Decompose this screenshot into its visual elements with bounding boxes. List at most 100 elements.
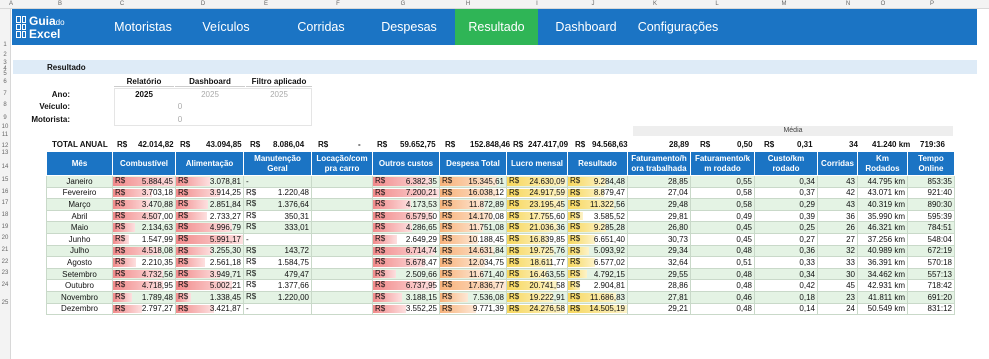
- column-header[interactable]: A: [9, 0, 13, 9]
- row-header[interactable]: 22: [0, 258, 10, 266]
- row-header[interactable]: 2: [0, 51, 10, 59]
- locacao-cell[interactable]: [311, 175, 373, 188]
- column-header[interactable]: H: [466, 0, 470, 9]
- km-rodados-cell[interactable]: 40.989 km: [857, 244, 908, 258]
- faturamento-hora-cell[interactable]: 28,85: [627, 175, 691, 188]
- km-rodados-cell[interactable]: 36.391 km: [857, 256, 908, 269]
- lucro-mensal-cell[interactable]: R$ 24.917,59: [506, 186, 568, 200]
- alimentacao-cell[interactable]: R$ 3.914,25: [175, 186, 244, 200]
- manutencao-cell[interactable]: R$ 143,72: [243, 244, 312, 258]
- manutencao-cell[interactable]: -: [243, 175, 312, 188]
- despesa-total-cell[interactable]: R$ 14.631,84: [439, 244, 507, 258]
- row-header[interactable]: 14: [0, 163, 10, 171]
- column-header[interactable]: I: [536, 0, 538, 9]
- ano-input[interactable]: 2025: [114, 90, 174, 99]
- resultado-cell[interactable]: R$ 9.285,28: [567, 221, 628, 234]
- corridas-cell[interactable]: 43: [817, 198, 858, 211]
- combustivel-cell[interactable]: R$ 2.134,63: [112, 221, 176, 234]
- lucro-mensal-cell[interactable]: R$ 16.463,55: [506, 267, 568, 281]
- km-rodados-cell[interactable]: 44.795 km: [857, 175, 908, 188]
- combustivel-cell[interactable]: R$ 4.518,08: [112, 244, 176, 258]
- faturamento-km-cell[interactable]: 0,58: [690, 186, 755, 200]
- column-header[interactable]: B: [58, 0, 62, 9]
- faturamento-km-cell[interactable]: 0,48: [690, 279, 755, 292]
- tempo-online-cell[interactable]: 831:12: [907, 302, 955, 316]
- month-cell[interactable]: Agosto: [46, 256, 113, 269]
- combustivel-cell[interactable]: R$ 1.789,48: [112, 290, 176, 304]
- lucro-mensal-cell[interactable]: R$ 18.611,77: [506, 256, 568, 269]
- column-header[interactable]: L: [715, 0, 718, 9]
- tempo-online-cell[interactable]: 570:18: [907, 256, 955, 269]
- resultado-cell[interactable]: R$ 8.879,47: [567, 186, 628, 200]
- custo-km-cell[interactable]: 0,34: [754, 267, 818, 281]
- month-cell[interactable]: Setembro: [46, 267, 113, 281]
- row-header[interactable]: 5: [0, 70, 10, 78]
- lucro-mensal-cell[interactable]: R$ 20.741,58: [506, 279, 568, 292]
- faturamento-km-cell[interactable]: 0,46: [690, 290, 755, 304]
- alimentacao-cell[interactable]: R$ 2.561,18: [175, 256, 244, 269]
- despesa-total-cell[interactable]: R$ 10.188,45: [439, 232, 507, 246]
- locacao-cell[interactable]: [311, 290, 373, 304]
- resultado-cell[interactable]: R$ 4.792,15: [567, 267, 628, 281]
- alimentacao-cell[interactable]: R$ 5.002,21: [175, 279, 244, 292]
- month-cell[interactable]: Junho: [46, 232, 113, 246]
- corridas-cell[interactable]: 33: [817, 256, 858, 269]
- faturamento-hora-cell[interactable]: 29,55: [627, 267, 691, 281]
- alimentacao-cell[interactable]: R$ 3.949,71: [175, 267, 244, 281]
- row-header[interactable]: 16: [0, 188, 10, 196]
- locacao-cell[interactable]: [311, 186, 373, 200]
- locacao-cell[interactable]: [311, 256, 373, 269]
- tempo-online-cell[interactable]: 691:20: [907, 290, 955, 304]
- faturamento-km-cell[interactable]: 0,58: [690, 198, 755, 211]
- despesa-total-cell[interactable]: R$ 14.170,08: [439, 209, 507, 223]
- lucro-mensal-cell[interactable]: R$ 24.276,58: [506, 302, 568, 316]
- tab-resultado[interactable]: Resultado: [455, 9, 538, 45]
- column-header-cell[interactable]: Manutenção Geral: [243, 151, 312, 176]
- row-header[interactable]: 15: [0, 176, 10, 184]
- outros-custos-cell[interactable]: R$ 6.579,50: [372, 209, 440, 223]
- faturamento-km-cell[interactable]: 0,48: [690, 244, 755, 258]
- locacao-cell[interactable]: [311, 302, 373, 316]
- column-header-cell[interactable]: Custo/km rodado: [754, 151, 818, 176]
- column-header-cell[interactable]: Corridas: [817, 151, 858, 176]
- row-header[interactable]: 11: [0, 131, 10, 139]
- column-header-cell[interactable]: Combustível: [112, 151, 176, 176]
- tempo-online-cell[interactable]: 548:04: [907, 232, 955, 246]
- km-rodados-cell[interactable]: 43.071 km: [857, 186, 908, 200]
- resultado-cell[interactable]: R$ 3.585,52: [567, 209, 628, 223]
- outros-custos-cell[interactable]: R$ 6.382,35: [372, 175, 440, 188]
- custo-km-cell[interactable]: 0,34: [754, 175, 818, 188]
- despesa-total-cell[interactable]: R$ 7.536,08: [439, 290, 507, 304]
- column-header[interactable]: D: [201, 0, 205, 9]
- column-header-cell[interactable]: Mês: [46, 151, 113, 176]
- row-header[interactable]: 7: [0, 90, 10, 98]
- tab-corridas[interactable]: Corridas: [280, 9, 362, 45]
- corridas-cell[interactable]: 36: [817, 209, 858, 223]
- km-rodados-cell[interactable]: 42.931 km: [857, 279, 908, 292]
- column-header[interactable]: J: [592, 0, 595, 9]
- column-header-cell[interactable]: Despesa Total: [439, 151, 507, 176]
- manutencao-cell[interactable]: R$ 1.584,75: [243, 256, 312, 269]
- alimentacao-cell[interactable]: R$ 2.851,84: [175, 198, 244, 211]
- alimentacao-cell[interactable]: R$ 3.421,87: [175, 302, 244, 316]
- locacao-cell[interactable]: [311, 198, 373, 211]
- faturamento-hora-cell[interactable]: 30,73: [627, 232, 691, 246]
- faturamento-hora-cell[interactable]: 26,80: [627, 221, 691, 234]
- column-header[interactable]: N: [846, 0, 850, 9]
- locacao-cell[interactable]: [311, 209, 373, 223]
- lucro-mensal-cell[interactable]: R$ 21.036,36: [506, 221, 568, 234]
- column-header[interactable]: E: [264, 0, 268, 9]
- km-rodados-cell[interactable]: 37.256 km: [857, 232, 908, 246]
- row-header[interactable]: 25: [0, 299, 10, 307]
- combustivel-cell[interactable]: R$ 3.703,18: [112, 186, 176, 200]
- column-header-cell[interactable]: Outros custos: [372, 151, 440, 176]
- despesa-total-cell[interactable]: R$ 12.034,75: [439, 256, 507, 269]
- row-header[interactable]: 9: [0, 114, 10, 122]
- despesa-total-cell[interactable]: R$ 11.872,89: [439, 198, 507, 211]
- resultado-cell[interactable]: R$ 14.505,19: [567, 302, 628, 316]
- month-cell[interactable]: Dezembro: [46, 302, 113, 316]
- manutencao-cell[interactable]: R$ 350,31: [243, 209, 312, 223]
- faturamento-hora-cell[interactable]: 27,81: [627, 290, 691, 304]
- tempo-online-cell[interactable]: 672:19: [907, 244, 955, 258]
- faturamento-hora-cell[interactable]: 29,81: [627, 209, 691, 223]
